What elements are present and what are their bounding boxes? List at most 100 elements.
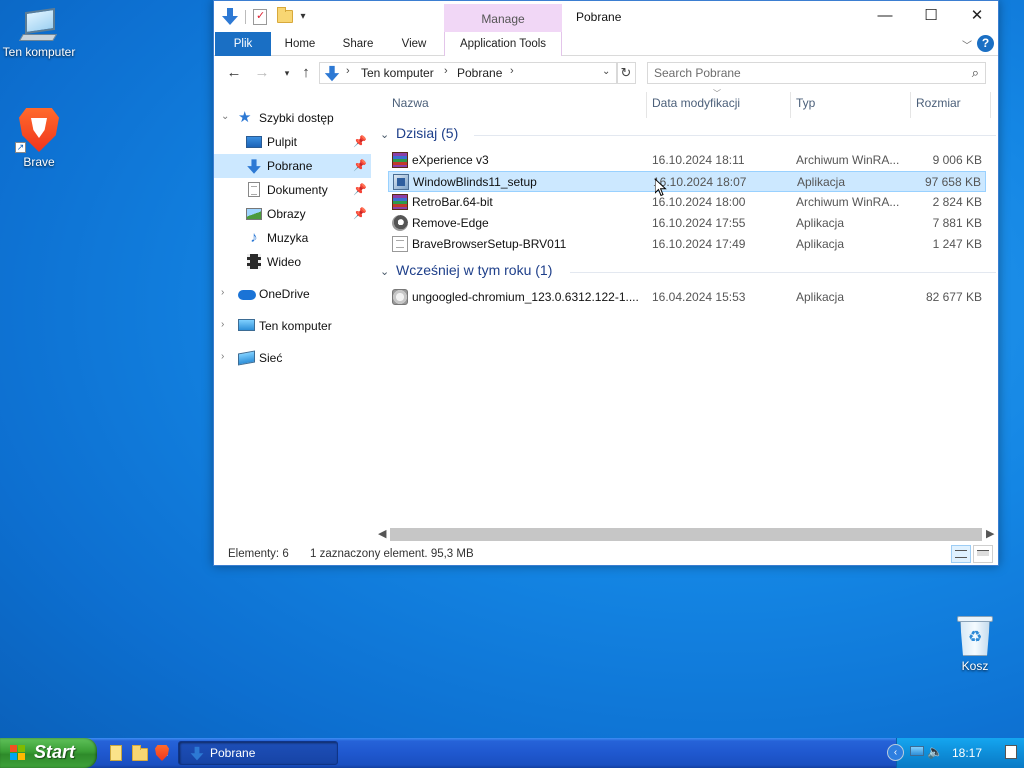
mouse-cursor-icon [655, 179, 667, 197]
explorer-window: ▾ Manage Pobrane — ☐ ✕ Plik Home Share V… [213, 0, 999, 566]
minimize-button[interactable]: — [862, 1, 908, 32]
file-name: BraveBrowserSetup-BRV011 [412, 237, 567, 251]
address-dropdown-icon[interactable]: ⌄ [602, 66, 610, 77]
group-header-wczesniej-w-tym-roku[interactable]: ⌄ Wcześniej w tym roku (1) [380, 262, 580, 284]
file-name: ungoogled-chromium_123.0.6312.122-1.... [412, 290, 639, 304]
desktop-icon-ten-komputer[interactable]: Ten komputer [1, 7, 77, 59]
details-view-button[interactable] [951, 545, 971, 563]
refresh-button[interactable]: ↻ [616, 62, 636, 84]
tab-home[interactable]: Home [278, 32, 322, 56]
desktop-icon-label: Kosz [961, 659, 989, 673]
column-resize-handle[interactable] [790, 92, 791, 118]
pin-icon[interactable]: 📌 [353, 159, 367, 172]
address-bar[interactable]: › Ten komputer › Pobrane › ⌄ [319, 62, 618, 84]
desktop-icon-kosz[interactable]: ♻ Kosz [937, 614, 1013, 673]
column-resize-handle[interactable] [646, 92, 647, 118]
clock[interactable]: 18:17 [952, 746, 982, 760]
scroll-right-icon[interactable]: ▶ [986, 527, 994, 540]
nav-item-muzyka[interactable]: ♪ Muzyka [214, 226, 371, 250]
nav-item-label: Dokumenty [267, 183, 328, 197]
customize-toolbar-chevron-icon[interactable]: ▾ [297, 11, 309, 22]
quick-launch-brave-icon[interactable] [155, 745, 171, 761]
taskbar-button-pobrane[interactable]: Pobrane [178, 741, 338, 765]
winrar-archive-icon [392, 194, 408, 210]
forward-button[interactable]: → [250, 62, 274, 84]
desktop-icon-brave[interactable]: ↗ Brave [1, 108, 77, 169]
downloads-icon [190, 746, 204, 761]
nav-item-dokumenty[interactable]: Dokumenty 📌 [214, 178, 371, 202]
search-icon[interactable]: ⌕ [972, 65, 979, 81]
scrollbar-thumb[interactable] [390, 528, 982, 541]
file-type: Aplikacja [796, 290, 845, 304]
nav-item-szybki-dostep[interactable]: ⌄ ★ Szybki dostęp [214, 106, 371, 130]
expand-chevron-icon[interactable]: › [221, 287, 224, 298]
file-size: 82 677 KB [925, 290, 982, 304]
maximize-button[interactable]: ☐ [908, 1, 954, 32]
context-tab-manage[interactable]: Manage [444, 4, 562, 32]
file-row-selected[interactable]: WindowBlinds11_setup 16.10.2024 18:07 Ap… [388, 171, 986, 192]
group-divider [474, 135, 996, 136]
search-input[interactable] [648, 63, 948, 83]
collapse-chevron-icon[interactable]: ⌄ [221, 111, 229, 122]
expand-chevron-icon[interactable]: › [221, 351, 224, 362]
breadcrumb-separator-icon[interactable]: › [510, 65, 514, 77]
network-tray-icon[interactable] [910, 745, 926, 761]
collapse-chevron-icon[interactable]: ⌄ [380, 128, 389, 141]
new-folder-icon[interactable] [277, 7, 293, 23]
breadcrumb-pobrane[interactable]: Pobrane [457, 66, 502, 80]
tab-share[interactable]: Share [336, 32, 380, 56]
nav-item-onedrive[interactable]: › OneDrive [214, 282, 371, 306]
file-date: 16.10.2024 18:00 [652, 195, 746, 209]
tab-plik[interactable]: Plik [215, 32, 271, 56]
nav-item-pulpit[interactable]: Pulpit 📌 [214, 130, 371, 154]
file-row[interactable]: RetroBar.64-bit 16.10.2024 18:00 Archiwu… [388, 192, 986, 213]
column-resize-handle[interactable] [910, 92, 911, 118]
collapse-chevron-icon[interactable]: ⌄ [380, 265, 389, 278]
horizontal-scrollbar[interactable]: ◀ ▶ [376, 526, 998, 543]
pin-icon[interactable]: 📌 [353, 135, 367, 148]
nav-item-siec[interactable]: › Sieć [214, 346, 371, 370]
column-header-data-modyfikacji[interactable]: Data modyfikacji [652, 96, 740, 116]
file-row[interactable]: Remove-Edge 16.10.2024 17:55 Aplikacja 7… [388, 213, 986, 234]
nav-item-ten-komputer[interactable]: › Ten komputer [214, 314, 371, 338]
nav-item-wideo[interactable]: Wideo [214, 250, 371, 274]
notifications-icon[interactable] [1005, 745, 1021, 761]
column-header-typ[interactable]: Typ [796, 96, 815, 116]
file-row[interactable]: eXperience v3 16.10.2024 18:11 Archiwum … [388, 150, 986, 171]
tab-view[interactable]: View [394, 32, 434, 56]
quick-launch-explorer-icon[interactable] [132, 745, 148, 761]
group-divider [570, 272, 996, 273]
file-size: 7 881 KB [932, 216, 982, 230]
start-button[interactable]: Start [0, 738, 97, 768]
expand-chevron-icon[interactable]: › [221, 319, 224, 330]
show-hidden-icons-chevron-icon[interactable]: ‹ [887, 744, 904, 761]
nav-item-pobrane[interactable]: Pobrane 📌 [214, 154, 371, 178]
back-button[interactable]: ← [222, 62, 246, 84]
nav-item-label: Wideo [267, 255, 302, 269]
help-icon[interactable]: ? [977, 35, 994, 52]
file-row[interactable]: ungoogled-chromium_123.0.6312.122-1.... … [388, 287, 986, 308]
close-button[interactable]: ✕ [954, 1, 1000, 32]
volume-muted-icon[interactable]: 🔈 [927, 744, 943, 760]
large-icons-view-button[interactable] [973, 545, 993, 563]
up-button[interactable]: ↑ [294, 62, 318, 84]
quick-launch-notepad-icon[interactable] [110, 745, 126, 761]
column-header-rozmiar[interactable]: Rozmiar [916, 96, 961, 116]
nav-item-obrazy[interactable]: Obrazy 📌 [214, 202, 371, 226]
tab-application-tools[interactable]: Application Tools [444, 32, 562, 56]
breadcrumb-separator-icon[interactable]: › [444, 65, 448, 77]
group-header-dzisiaj[interactable]: ⌄ Dzisiaj (5) [380, 125, 660, 147]
column-resize-handle[interactable] [990, 92, 991, 118]
pin-icon[interactable]: 📌 [353, 183, 367, 196]
file-date: 16.10.2024 17:49 [652, 237, 746, 251]
column-header-nazwa[interactable]: Nazwa [392, 96, 429, 116]
expand-ribbon-chevron-icon[interactable]: ﹀ [962, 37, 972, 52]
breadcrumb-separator-icon[interactable]: › [346, 65, 350, 77]
breadcrumb-ten-komputer[interactable]: Ten komputer [361, 66, 434, 80]
search-box[interactable]: ⌕ [647, 62, 986, 84]
windows-flag-icon [10, 745, 26, 761]
file-row[interactable]: BraveBrowserSetup-BRV011 16.10.2024 17:4… [388, 234, 986, 255]
scroll-left-icon[interactable]: ◀ [378, 527, 386, 540]
properties-icon[interactable] [253, 8, 267, 25]
pin-icon[interactable]: 📌 [353, 207, 367, 220]
